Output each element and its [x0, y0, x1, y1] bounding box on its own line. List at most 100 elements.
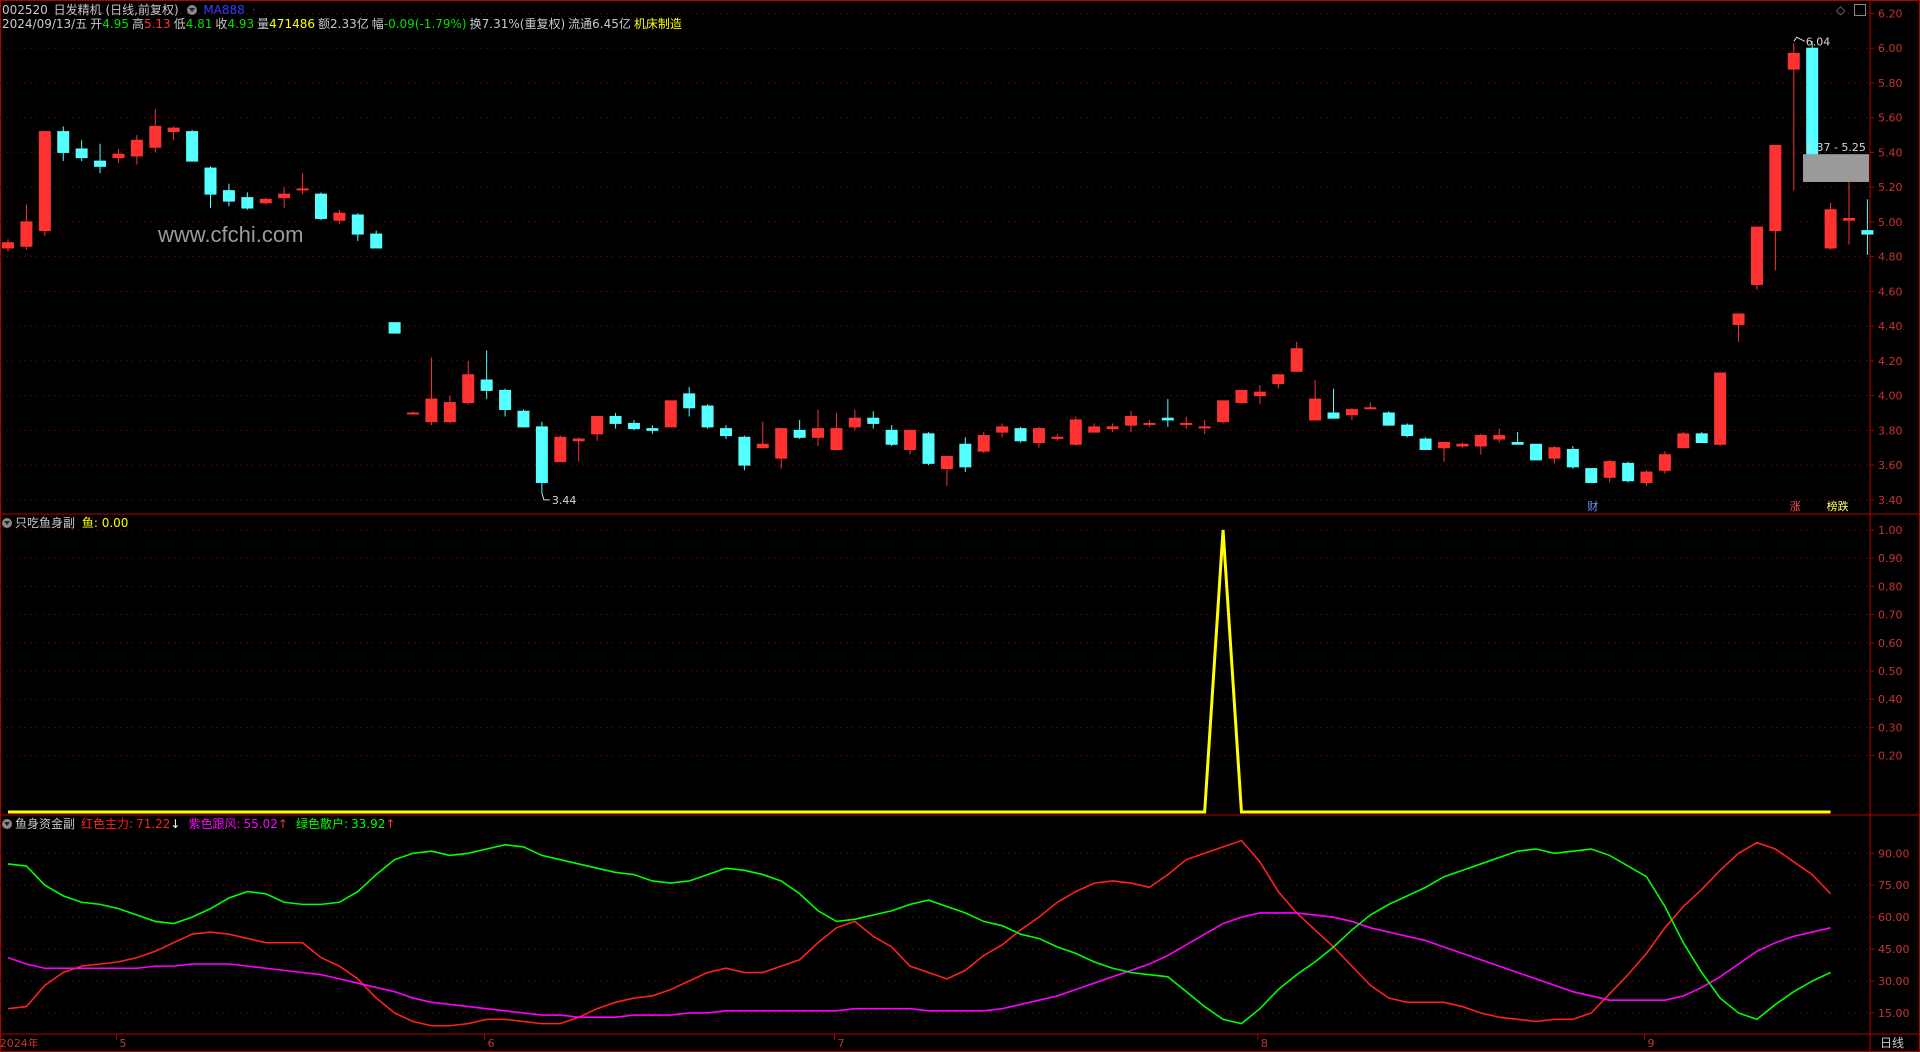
ytick-label-0-7: 4.80: [1878, 251, 1903, 264]
candle-body: [1750, 226, 1763, 285]
quote-date: 2024/09/13/五: [2, 17, 88, 31]
ytick-label-1-2: 0.40: [1878, 693, 1903, 706]
candle-body: [278, 193, 291, 199]
candle-101: [1861, 199, 1874, 255]
sub1-key: 鱼:: [81, 516, 98, 530]
outer-frame: [0, 0, 1920, 1052]
low-value: 4.81: [185, 17, 213, 31]
sub2-dropdown-icon[interactable]: [2, 818, 12, 829]
candle-44: [812, 409, 825, 446]
candle-body: [1032, 428, 1045, 444]
period-label[interactable]: 日线: [1880, 1036, 1904, 1050]
candle-74: [1364, 402, 1377, 410]
candle-body: [554, 436, 567, 463]
candle-body: [1530, 443, 1543, 461]
candle-body: [462, 374, 475, 404]
stock-code: 002520: [2, 3, 48, 17]
candle-body: [1769, 144, 1782, 232]
candle-97: [1787, 43, 1800, 191]
high-label: 6.04: [1806, 35, 1831, 48]
candle-body: [1566, 448, 1579, 468]
vol-value: 471486: [269, 17, 315, 31]
candle-59: [1088, 423, 1101, 433]
ytick-label-2-1: 30.00: [1878, 975, 1910, 988]
candle-33: [609, 412, 622, 429]
fund-indicator[interactable]: [7, 839, 1832, 1027]
candle-61: [1125, 411, 1138, 433]
candle-body: [756, 443, 769, 449]
chart-header: 002520 日发精机 (日线,前复权) MA888 ·: [2, 3, 258, 17]
candle-body: [1732, 313, 1745, 325]
red-key: 红色主力:: [81, 817, 134, 831]
xtick-label-3: 7: [837, 1037, 844, 1050]
candle-body: [609, 415, 622, 424]
candle-body: [186, 131, 199, 162]
candle-body: [572, 438, 585, 442]
candle-47: [867, 411, 880, 429]
price-candles[interactable]: 5.37 - 5.25 3.44 6.04 财 涨 榜跌: [2, 35, 1874, 513]
candle-body: [1511, 442, 1524, 445]
candle-body: [2, 242, 14, 249]
candle-body: [664, 400, 677, 428]
sub1-header: 只吃鱼身副 鱼: 0.00: [2, 516, 131, 530]
candle-34: [627, 419, 640, 431]
candle-body: [535, 426, 548, 483]
close-value: 4.93: [227, 17, 255, 31]
candle-body: [1235, 389, 1248, 404]
candle-body: [1327, 412, 1340, 419]
ytick-label-2-4: 75.00: [1878, 879, 1910, 892]
candle-70: [1290, 341, 1303, 372]
window-toggle-icon[interactable]: [1854, 4, 1866, 16]
candle-78: [1437, 442, 1450, 462]
stock-chart-canvas[interactable]: 5.37 - 5.25 3.44 6.04 财 涨 榜跌 3.40 3.60 3.80 4.00…: [0, 0, 1920, 1052]
purple-arrow-icon: ↑: [277, 817, 288, 831]
candle-body: [167, 127, 180, 133]
candle-body: [1088, 426, 1101, 433]
candle-body: [701, 405, 714, 428]
candle-21: [388, 322, 401, 334]
high-label: 高: [131, 17, 144, 31]
sub1-dropdown-icon[interactable]: [2, 517, 12, 528]
candle-body: [1658, 454, 1671, 471]
ytick-label-0-6: 4.60: [1878, 285, 1903, 298]
candle-body: [1382, 412, 1395, 426]
candle-body: [1401, 424, 1414, 437]
candle-38: [701, 404, 714, 429]
candle-body: [112, 153, 125, 159]
industry-link[interactable]: 机床制造: [634, 17, 682, 31]
candle-51: [940, 455, 953, 486]
candle-body: [1456, 443, 1469, 447]
candle-76: [1401, 423, 1414, 438]
candle-58: [1069, 416, 1082, 446]
low-label: 低: [173, 17, 186, 31]
candle-body: [1143, 422, 1156, 425]
candle-9: [167, 126, 180, 141]
candle-67: [1235, 389, 1248, 404]
diamond-icon[interactable]: ◇: [1836, 3, 1845, 17]
candle-87: [1603, 459, 1616, 483]
candle-31: [572, 437, 585, 462]
sub2-name[interactable]: 鱼身资金副: [15, 817, 75, 831]
candle-body: [1198, 426, 1211, 429]
candle-71: [1309, 379, 1322, 421]
ma-dot-icon: ·: [251, 3, 256, 17]
sub1-name[interactable]: 只吃鱼身副: [15, 516, 75, 530]
candle-body: [1787, 52, 1800, 70]
candle-body: [38, 131, 51, 232]
candle-body: [204, 167, 217, 195]
candle-56: [1032, 426, 1045, 448]
candle-body: [407, 412, 420, 415]
header-dropdown-icon[interactable]: [186, 4, 197, 15]
ma-label[interactable]: MA888: [203, 3, 244, 17]
candle-body: [830, 428, 843, 450]
candle-5: [94, 143, 107, 174]
candle-11: [204, 166, 217, 209]
candle-19: [351, 213, 364, 242]
candle-65: [1198, 419, 1211, 434]
xtick-label-5: 9: [1647, 1037, 1654, 1050]
event-tag-0: 财: [1587, 499, 1598, 513]
candle-body: [333, 212, 346, 221]
candle-body: [1695, 433, 1708, 444]
ytick-label-1-7: 0.90: [1878, 552, 1903, 565]
candle-91: [1677, 432, 1690, 449]
